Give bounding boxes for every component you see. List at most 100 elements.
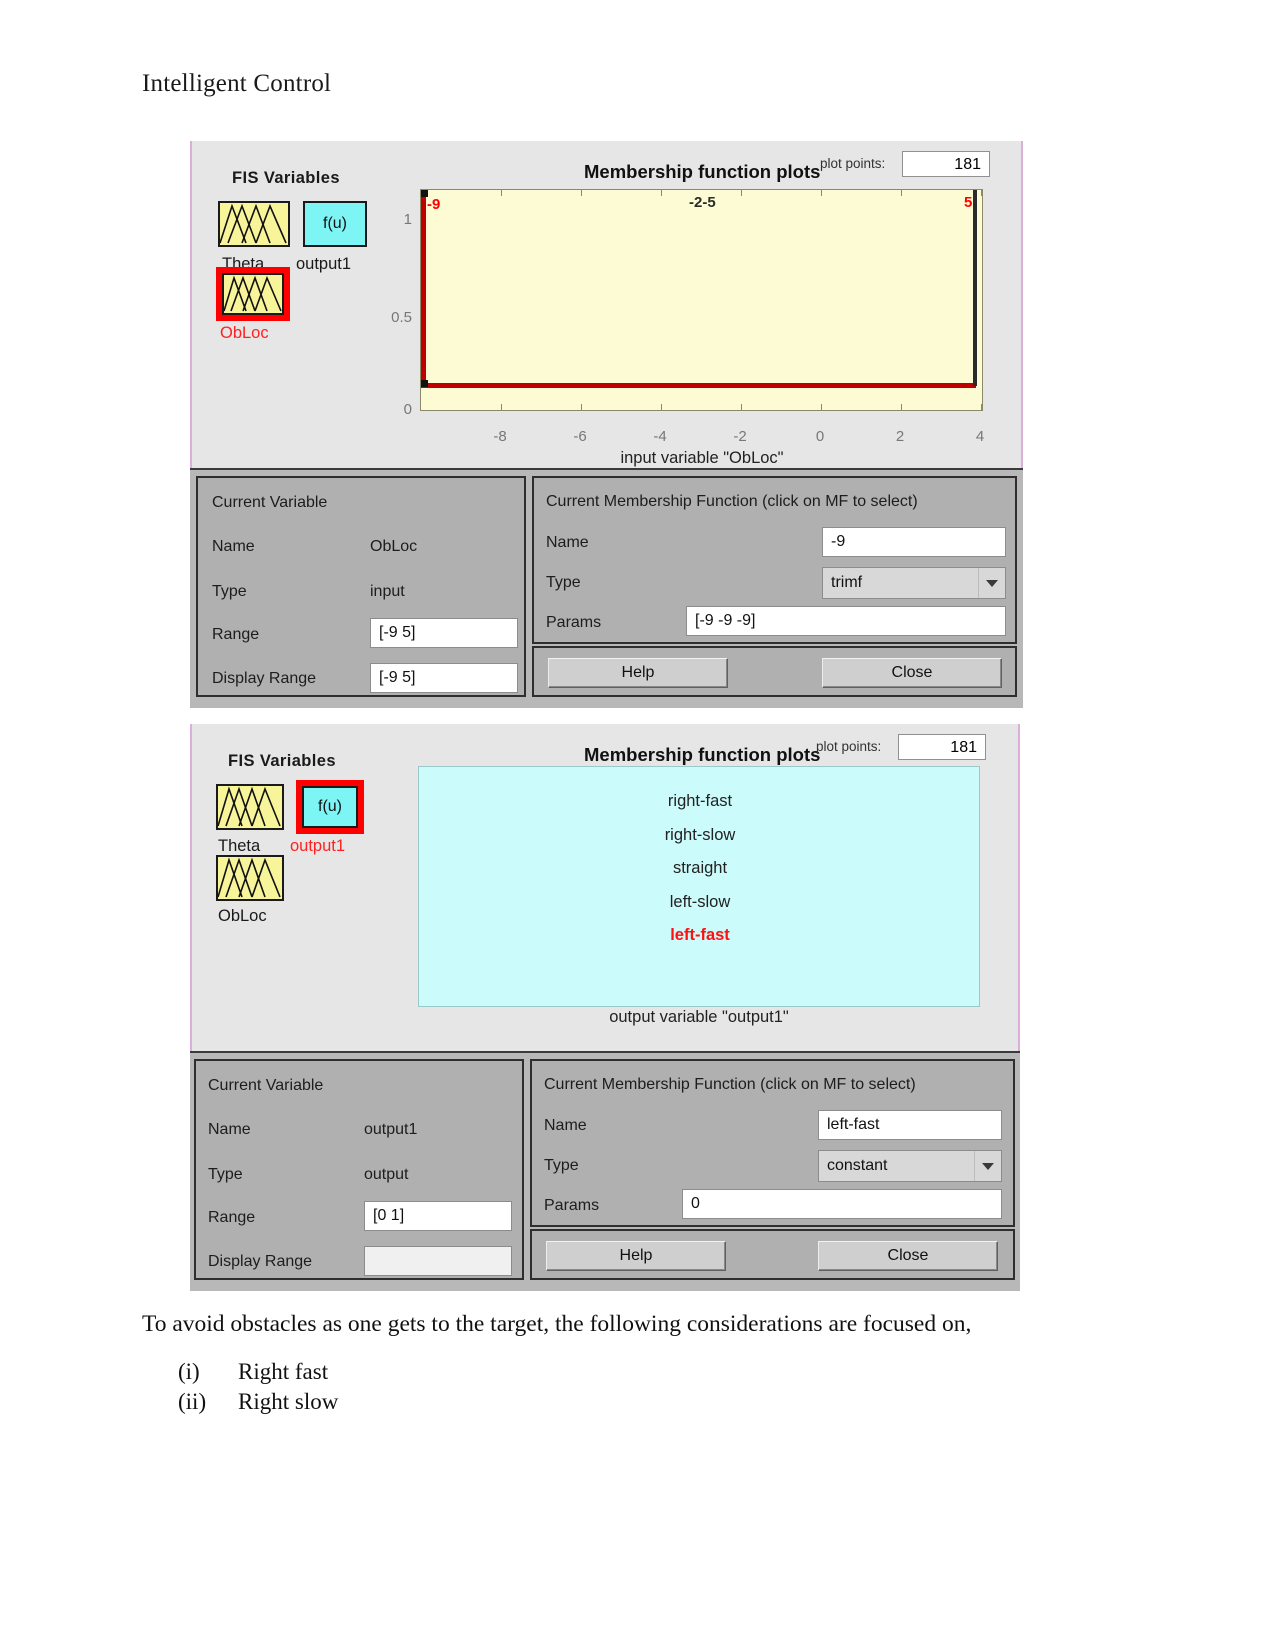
axis-tick <box>661 190 662 196</box>
fis-variable-theta[interactable] <box>218 201 290 247</box>
current-mf-title: Current Membership Function (click on MF… <box>546 493 918 510</box>
plot-caption-input: input variable "ObLoc" <box>620 449 784 467</box>
mf-list-item-left-slow[interactable]: left-slow <box>600 893 800 912</box>
axis-tick <box>821 190 822 196</box>
help-button[interactable]: Help <box>548 658 728 688</box>
x-axis-tick: -8 <box>493 428 507 445</box>
fis-variable-output1-label: output1 <box>296 255 352 273</box>
plot-title: Membership function plots <box>584 744 821 765</box>
mf-editor-window-input: FIS Variables Theta f(u) output1 ObLoc M… <box>190 141 1023 708</box>
chevron-down-icon[interactable] <box>978 568 1005 598</box>
mf-plot-axes-input[interactable] <box>420 189 983 411</box>
axis-tick <box>501 190 502 196</box>
list-item-text: Right fast <box>238 1359 329 1384</box>
plot-title: Membership function plots <box>584 161 821 182</box>
mf-curve-segment <box>421 190 426 388</box>
mf-type-label: Type <box>546 574 581 591</box>
mf-params-input[interactable]: [-9 -9 -9] <box>686 606 1006 636</box>
mf-drag-handle[interactable] <box>421 380 428 387</box>
plot-points-input[interactable]: 181 <box>898 734 986 760</box>
list-item: (i) Right fast <box>178 1357 338 1387</box>
mf-curves-icon <box>216 784 284 830</box>
axis-tick <box>741 190 742 196</box>
mf-list-item-left-fast[interactable]: left-fast <box>600 926 800 945</box>
axis-tick <box>581 190 582 196</box>
fis-variables-title: FIS Variables <box>228 752 336 770</box>
mf-params-input[interactable]: 0 <box>682 1189 1002 1219</box>
mf-list-item-straight[interactable]: straight <box>600 859 800 878</box>
fu-icon: f(u) <box>303 201 367 247</box>
axis-tick <box>501 404 502 410</box>
current-variable-panel-output: Current Variable Name output1 Type outpu… <box>194 1059 524 1280</box>
editor-lower-bar-input: Current Variable Name ObLoc Type input R… <box>190 468 1023 708</box>
fis-variable-obloc-label: ObLoc <box>218 907 267 925</box>
range-label: Range <box>212 626 260 643</box>
x-axis-tick: -6 <box>573 428 587 445</box>
display-range-label: Display Range <box>208 1253 313 1270</box>
fis-variable-obloc-label: ObLoc <box>220 324 269 342</box>
current-mf-panel-output: Current Membership Function (click on MF… <box>530 1059 1015 1227</box>
close-button[interactable]: Close <box>822 658 1002 688</box>
mf-name-label: Name <box>544 1117 587 1134</box>
x-axis-tick: 4 <box>975 428 985 445</box>
button-bar-input: Help Close <box>532 646 1017 697</box>
axis-tick <box>821 404 822 410</box>
current-variable-panel-input: Current Variable Name ObLoc Type input R… <box>196 476 526 697</box>
plot-region-output: FIS Variables Theta f(u) output1 ObLoc M… <box>192 724 1018 1051</box>
y-axis-tick-0_5: 0.5 <box>391 309 412 326</box>
type-value: input <box>370 583 405 600</box>
fis-variable-theta-label: Theta <box>218 837 261 855</box>
mf-params-label: Params <box>544 1197 600 1214</box>
plot-points-label: plot points: <box>820 156 886 171</box>
mf-type-dropdown[interactable]: trimf <box>822 567 1006 599</box>
current-variable-title: Current Variable <box>212 494 328 511</box>
mf-curves-icon <box>222 273 284 315</box>
fis-variable-theta-label: Theta <box>222 255 265 273</box>
help-button[interactable]: Help <box>546 1241 726 1271</box>
fis-variable-theta[interactable] <box>216 784 284 830</box>
list-item-text: Right slow <box>238 1389 339 1414</box>
mf-type-label: Type <box>544 1157 579 1174</box>
mf-type-dropdown[interactable]: constant <box>818 1150 1002 1182</box>
name-value: output1 <box>364 1121 418 1138</box>
close-button[interactable]: Close <box>818 1241 998 1271</box>
fis-variable-obloc[interactable] <box>216 267 290 321</box>
plot-points-input[interactable]: 181 <box>902 151 990 177</box>
axis-tick <box>981 190 982 196</box>
display-range-input[interactable]: [-9 5] <box>370 663 518 693</box>
mf-label-neg9: -9 <box>427 196 441 213</box>
chevron-down-icon[interactable] <box>974 1151 1001 1181</box>
mf-params-label: Params <box>546 614 602 631</box>
name-value: ObLoc <box>370 538 418 555</box>
editor-lower-bar-output: Current Variable Name output1 Type outpu… <box>190 1051 1020 1291</box>
mf-list-item-right-fast[interactable]: right-fast <box>600 792 800 811</box>
x-axis-tick: 2 <box>895 428 905 445</box>
mf-type-dropdown-value: trimf <box>831 574 863 591</box>
type-label: Type <box>208 1166 243 1183</box>
name-label: Name <box>208 1121 251 1138</box>
page-title: Intelligent Control <box>142 70 332 97</box>
fis-variable-output1[interactable]: f(u) <box>296 780 364 834</box>
y-axis-tick-0: 0 <box>403 401 412 418</box>
fis-variable-output1-label: output1 <box>290 837 346 855</box>
axis-tick <box>901 190 902 196</box>
plot-region-input: FIS Variables Theta f(u) output1 ObLoc M… <box>192 141 1021 468</box>
range-input[interactable]: [0 1] <box>364 1201 512 1231</box>
mf-curves-icon <box>218 201 290 247</box>
name-label: Name <box>212 538 255 555</box>
mf-plot-axes-output[interactable]: right-fast right-slow straight left-slow… <box>418 766 980 1007</box>
mf-curves-icon <box>216 855 284 901</box>
display-range-input[interactable] <box>364 1246 512 1276</box>
fu-icon: f(u) <box>302 786 358 828</box>
mf-list-item-right-slow[interactable]: right-slow <box>600 826 800 845</box>
fis-variable-obloc[interactable] <box>216 855 284 901</box>
axis-tick <box>661 404 662 410</box>
mf-name-input[interactable]: -9 <box>822 527 1006 557</box>
fis-variable-output1[interactable]: f(u) <box>303 201 367 247</box>
consideration-list: (i) Right fast (ii) Right slow <box>178 1357 338 1417</box>
mf-name-input[interactable]: left-fast <box>818 1110 1002 1140</box>
range-input[interactable]: [-9 5] <box>370 618 518 648</box>
range-label: Range <box>208 1209 256 1226</box>
mf-curve-segment <box>973 190 977 386</box>
mf-curve-segment <box>421 383 976 388</box>
